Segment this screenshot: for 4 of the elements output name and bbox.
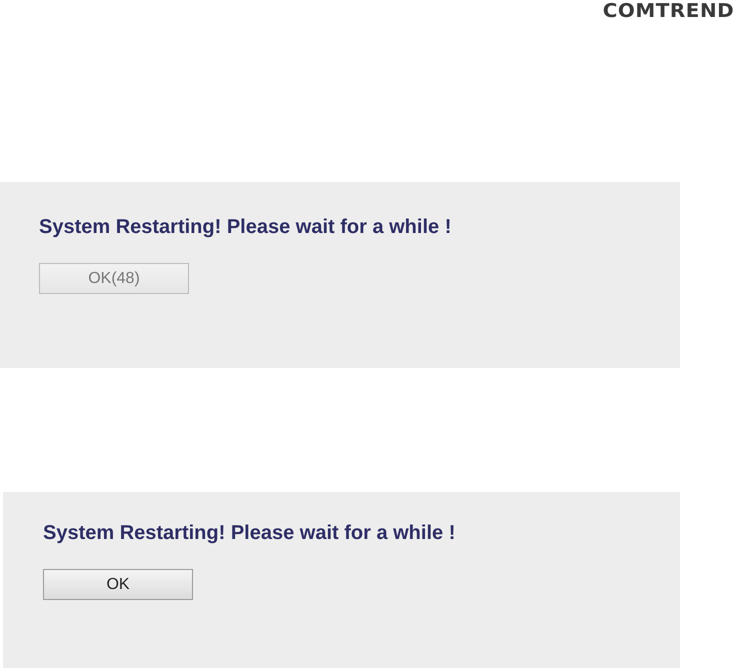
brand-logo: COMTREND [602,0,734,24]
restart-message: System Restarting! Please wait for a while ! [39,216,452,239]
ok-button[interactable]: OK [43,569,193,600]
restart-message: System Restarting! Please wait for a while ! [43,522,456,545]
